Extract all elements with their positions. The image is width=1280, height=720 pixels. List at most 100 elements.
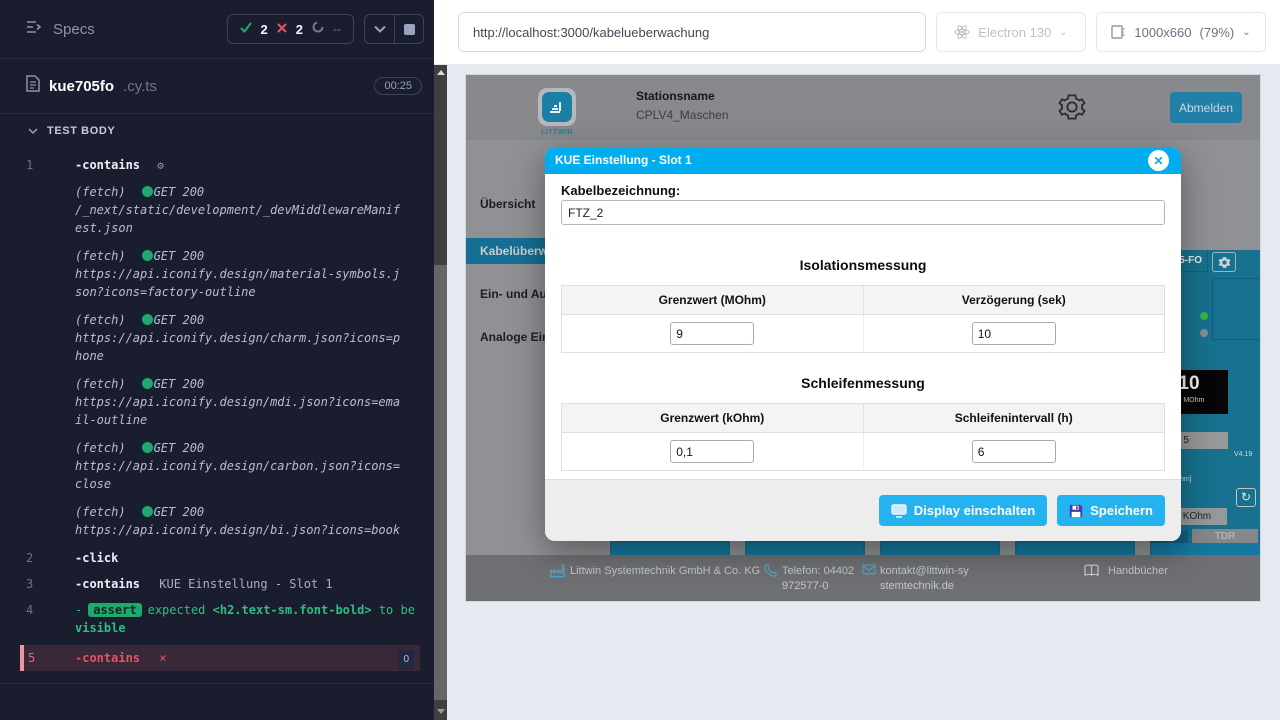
close-icon[interactable]: ✕	[1148, 150, 1169, 171]
assert-dash: -	[75, 603, 82, 617]
status-ok-dot	[142, 442, 153, 453]
status-green-dot	[1200, 312, 1208, 320]
screen: Specs 2 2 -- kue705fo .cy.ts 00:25	[0, 0, 1280, 720]
isolation-limit-input[interactable]	[670, 322, 754, 345]
sidebar-item-uebersicht[interactable]: Übersicht	[466, 197, 535, 211]
fetch-log-entry[interactable]: (fetch)GET 200 https://api.iconify.desig…	[0, 439, 434, 493]
factory-icon	[550, 564, 565, 581]
assert-pre: expected	[148, 603, 206, 617]
browser-name: Electron 130	[978, 25, 1051, 40]
display-on-button[interactable]: Display einschalten	[879, 495, 1047, 526]
modal-footer: Display einschalten Speichern	[545, 479, 1181, 541]
fetch-label: (fetch)	[75, 441, 126, 455]
isolation-col1-header: Grenzwert (MOhm)	[562, 286, 864, 314]
scroll-up-arrow[interactable]	[437, 70, 445, 75]
loop-interval-input[interactable]	[972, 440, 1056, 463]
tile-bottom-bar	[612, 543, 728, 555]
command-name: -contains	[75, 158, 140, 172]
url-input[interactable]	[458, 12, 926, 52]
station-label: Stationsname	[636, 89, 729, 103]
status-gray-dot	[1200, 329, 1208, 337]
fetch-log-entry[interactable]: (fetch)GET 200 https://api.iconify.desig…	[0, 247, 434, 301]
book-icon	[1084, 564, 1099, 580]
scrollbar-thumb[interactable]	[434, 265, 447, 700]
email-icon	[862, 564, 876, 578]
spec-timer: 00:25	[374, 77, 422, 95]
status-ok-dot	[142, 506, 153, 517]
loop-table: Grenzwert (kOhm) Schleifenintervall (h)	[561, 403, 1165, 471]
fetch-url: /_next/static/development/_devMiddleware…	[75, 201, 405, 237]
manuals-link[interactable]: Handbücher	[1108, 564, 1168, 579]
chevron-down-icon	[28, 128, 38, 135]
fetch-status: GET 200	[154, 313, 205, 327]
spec-file-row[interactable]: kue705fo .cy.ts 00:25	[0, 59, 434, 113]
command-name: -click	[75, 551, 118, 565]
modal-header: KUE Einstellung - Slot 1	[545, 147, 1181, 174]
runner-controls	[364, 14, 424, 44]
monitor-icon	[891, 504, 907, 518]
test-body-toggle[interactable]: TEST BODY	[0, 114, 434, 148]
test-stats: 2 2 --	[227, 14, 354, 44]
test-body-label: TEST BODY	[47, 125, 115, 137]
specs-menu-icon[interactable]	[26, 20, 43, 39]
stop-button[interactable]	[394, 15, 423, 43]
fetch-log-entry[interactable]: (fetch)GET 200 https://api.iconify.desig…	[0, 311, 434, 365]
command-name: -contains	[75, 577, 140, 591]
spec-name: kue705fo	[49, 78, 114, 95]
logout-button[interactable]: Abmelden	[1170, 92, 1242, 123]
fetch-url: https://api.iconify.design/mdi.json?icon…	[75, 393, 405, 429]
settings-gear-icon[interactable]	[1058, 93, 1086, 121]
command-row[interactable]: 3 -contains KUE Einstellung - Slot 1	[0, 575, 434, 593]
command-args: KUE Einstellung - Slot 1	[159, 577, 332, 591]
browser-select[interactable]: Electron 130 ⌄	[936, 12, 1086, 52]
contact-email[interactable]: kontakt@littwin-systemtechnik.de	[880, 564, 974, 594]
scroll-down-arrow[interactable]	[437, 709, 445, 714]
chevron-down-icon: ⌄	[1242, 27, 1250, 38]
isolation-delay-input[interactable]	[972, 322, 1056, 345]
tile-bottom-bar	[882, 543, 998, 555]
browser-bar: Electron 130 ⌄ 1000x660 (79%) ⌄	[434, 0, 1280, 65]
fetch-status: GET 200	[154, 377, 205, 391]
command-log: 1 -contains ⚙ (fetch)GET 200 /_next/stat…	[0, 148, 434, 684]
failed-command-row[interactable]: 5 -contains × 0	[20, 645, 420, 671]
fetch-label: (fetch)	[75, 505, 126, 519]
gear-icon: ⚙	[157, 159, 164, 172]
cable-name-input[interactable]	[561, 200, 1165, 225]
match-count-badge: 0	[398, 650, 414, 670]
fetch-url: https://api.iconify.design/carbon.json?i…	[75, 457, 405, 493]
cypress-reporter: Specs 2 2 -- kue705fo .cy.ts 00:25	[0, 0, 434, 720]
tile-bottom-bar	[747, 543, 863, 555]
ruler-icon	[1111, 25, 1126, 39]
reporter-scrollbar[interactable]	[434, 65, 447, 720]
status-ok-dot	[142, 250, 153, 261]
fetch-log-entry[interactable]: (fetch)GET 200 /_next/static/development…	[0, 183, 434, 237]
fetch-label: (fetch)	[75, 313, 126, 327]
refresh-icon[interactable]: ↻	[1236, 488, 1256, 507]
viewport-select[interactable]: 1000x660 (79%) ⌄	[1096, 12, 1266, 52]
command-row[interactable]: 1 -contains ⚙	[0, 156, 434, 175]
viewport-size: 1000x660	[1134, 25, 1191, 40]
fetch-log-entry[interactable]: (fetch)GET 200 https://api.iconify.desig…	[0, 375, 434, 429]
specs-label[interactable]: Specs	[53, 21, 95, 38]
command-number: 1	[26, 156, 33, 174]
fetch-log-entry[interactable]: (fetch)GET 200 https://api.iconify.desig…	[0, 503, 434, 539]
isolation-heading: Isolationsmessung	[545, 257, 1181, 273]
save-button[interactable]: Speichern	[1057, 495, 1165, 526]
collapse-button[interactable]	[365, 15, 394, 43]
status-ok-dot	[142, 378, 153, 389]
loop-limit-input[interactable]	[670, 440, 754, 463]
command-number: 4	[26, 601, 33, 619]
tile-gear-icon[interactable]	[1212, 252, 1236, 272]
viewport-zoom: (79%)	[1200, 25, 1235, 40]
command-name: -contains	[75, 651, 140, 665]
assert-badge: assert	[88, 603, 141, 617]
assert-row[interactable]: 4-assertexpected <h2.text-sm.font-bold> …	[0, 601, 420, 637]
command-row[interactable]: 2 -click	[0, 549, 434, 567]
status-ok-dot	[142, 314, 153, 325]
fetch-label: (fetch)	[75, 249, 126, 263]
pending-icon	[312, 20, 324, 38]
kue-settings-modal: KUE Einstellung - Slot 1 ✕ Kabelbezeichn…	[545, 147, 1181, 541]
cable-name-label: Kabelbezeichnung:	[561, 183, 680, 198]
assert-state: visible	[75, 621, 126, 635]
assert-selector: <h2.text-sm.font-bold>	[213, 603, 372, 617]
